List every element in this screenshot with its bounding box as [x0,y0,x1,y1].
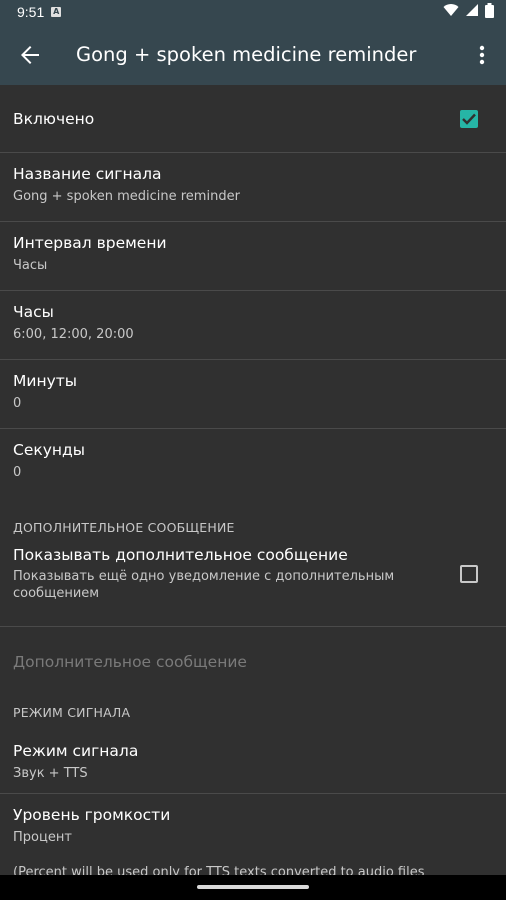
pref-signal-mode-title: Режим сигнала [13,742,139,760]
home-gesture-handle[interactable] [197,885,309,889]
wifi-icon [443,3,459,21]
enabled-checkbox[interactable] [460,109,478,128]
pref-show-extra-title: Показывать дополнительное сообщение [13,546,348,564]
more-options-icon[interactable] [458,24,506,85]
pref-time-interval-summary: Часы [13,258,48,273]
pref-seconds-title: Секунды [13,441,85,459]
pref-extra-message: Дополнительное сообщение [0,627,506,697]
battery-icon [485,2,494,22]
back-arrow-icon[interactable] [0,24,60,85]
pref-signal-name-title: Название сигнала [13,165,162,183]
category-extra-message: ДОПОЛНИТЕЛЬНОЕ СООБЩЕНИЕ [13,520,235,535]
pref-enabled[interactable]: Включено [0,85,506,153]
pref-signal-name-summary: Gong + spoken medicine reminder [13,189,240,204]
pref-show-extra-message[interactable]: Показывать дополнительное сообщение Пока… [0,538,506,627]
app-bar: Gong + spoken medicine reminder [0,24,506,85]
page-title: Gong + spoken medicine reminder [76,43,417,66]
pref-minutes-title: Минуты [13,372,78,390]
pref-volume-level-summary: Процент [13,830,72,845]
show-extra-checkbox[interactable] [460,565,478,583]
category-signal-mode: РЕЖИМ СИГНАЛА [13,705,131,720]
pref-signal-mode-summary: Звук + TTS [13,766,88,781]
status-time: 9:51 [17,4,45,20]
notification-a-icon: A [51,7,62,17]
pref-time-interval-title: Интервал времени [13,234,167,252]
settings-list: Включено Название сигнала Gong + spoken … [0,85,506,875]
pref-minutes-summary: 0 [13,396,22,411]
status-bar: 9:51 A [0,0,506,24]
navigation-bar [0,875,506,900]
volume-note-text: (Percent will be used only for TTS texts… [13,865,425,875]
signal-icon [465,3,479,21]
pref-extra-message-title: Дополнительное сообщение [13,653,247,671]
pref-volume-level[interactable]: Уровень громкости Процент [0,794,506,863]
pref-signal-name[interactable]: Название сигнала Gong + spoken medicine … [0,153,506,222]
pref-show-extra-summary: Показывать ещё одно уведомление с дополн… [13,569,395,601]
pref-hours-title: Часы [13,303,54,321]
pref-signal-mode[interactable]: Режим сигнала Звук + TTS [0,723,506,794]
pref-enabled-title: Включено [13,109,95,128]
pref-minutes[interactable]: Минуты 0 [0,360,506,429]
pref-seconds[interactable]: Секунды 0 [0,429,506,498]
pref-hours-summary: 6:00, 12:00, 20:00 [13,327,134,342]
pref-volume-level-title: Уровень громкости [13,806,171,824]
pref-time-interval[interactable]: Интервал времени Часы [0,222,506,291]
status-icons [443,2,494,22]
pref-hours[interactable]: Часы 6:00, 12:00, 20:00 [0,291,506,360]
pref-seconds-summary: 0 [13,465,22,480]
